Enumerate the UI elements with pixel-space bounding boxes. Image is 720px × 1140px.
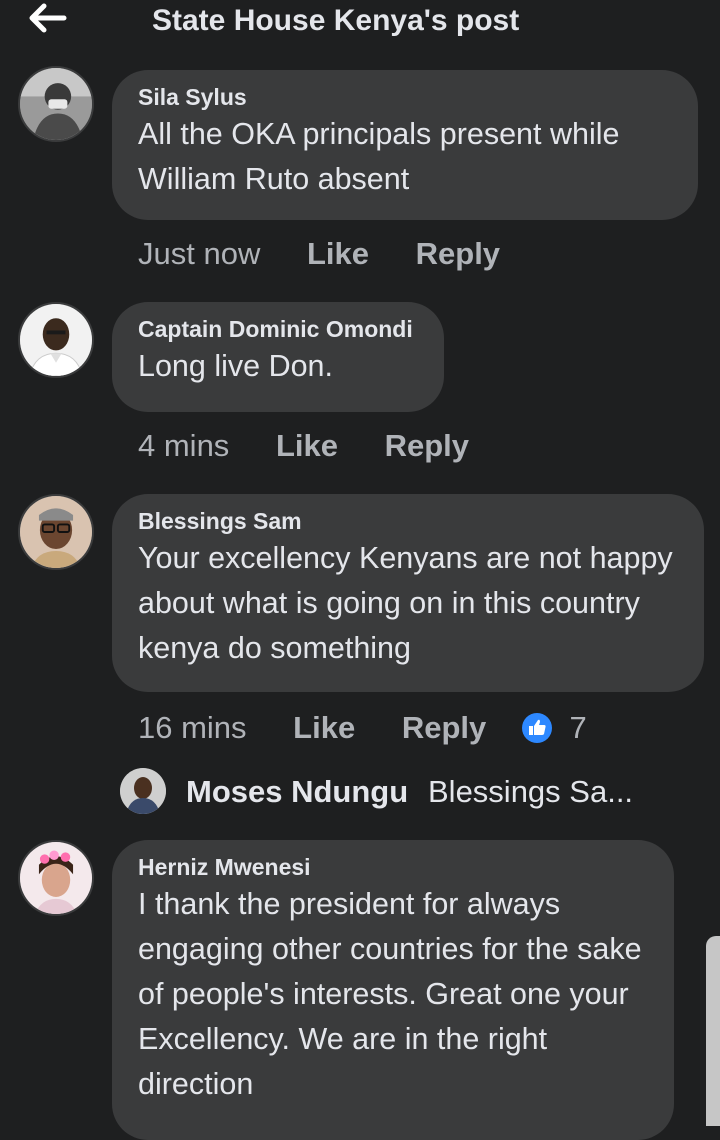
avatar[interactable]: [120, 768, 166, 814]
comment-text: I thank the president for always engagin…: [138, 887, 642, 1101]
avatar[interactable]: [18, 66, 94, 142]
comment-bubble[interactable]: Blessings Sam Your excellency Kenyans ar…: [112, 494, 704, 692]
comment-timestamp: Just now: [138, 235, 261, 271]
comment-bubble[interactable]: Captain Dominic Omondi Long live Don.: [112, 302, 444, 412]
like-button[interactable]: Like: [293, 710, 355, 746]
comment-bubble[interactable]: Sila Sylus All the OKA principals presen…: [112, 70, 698, 220]
back-button[interactable]: [26, 0, 74, 40]
like-button[interactable]: Like: [307, 236, 369, 272]
comment-actions: 16 mins Like Reply 7: [138, 708, 587, 748]
comment-timestamp: 4 mins: [138, 427, 230, 463]
avatar[interactable]: [18, 302, 94, 378]
scrollbar[interactable]: [706, 936, 720, 1126]
like-button[interactable]: Like: [276, 428, 338, 464]
avatar[interactable]: [18, 840, 94, 916]
post-header: State House Kenya's post: [0, 0, 720, 48]
arrow-left-icon: [29, 3, 67, 33]
reply-button[interactable]: Reply: [416, 236, 500, 272]
page-title: State House Kenya's post: [152, 4, 520, 37]
reply-button[interactable]: Reply: [402, 710, 486, 746]
reaction-count[interactable]: 7: [570, 710, 587, 746]
comment-text: Your excellency Kenyans are not happy ab…: [138, 541, 673, 665]
comment-author[interactable]: Herniz Mwenesi: [138, 852, 648, 882]
reply-text: Blessings Sa...: [428, 774, 634, 809]
comment-author[interactable]: Sila Sylus: [138, 82, 672, 112]
comment-bubble[interactable]: Herniz Mwenesi I thank the president for…: [112, 840, 674, 1140]
comment-actions: Just now Like Reply: [138, 234, 538, 274]
comment-author[interactable]: Blessings Sam: [138, 506, 678, 536]
comment-timestamp: 16 mins: [138, 709, 247, 745]
comment-actions: 4 mins Like Reply: [138, 426, 507, 466]
comment-text: All the OKA principals present while Wil…: [138, 117, 620, 196]
reply-button[interactable]: Reply: [385, 428, 469, 464]
reply-author[interactable]: Moses Ndungu: [186, 774, 408, 810]
avatar[interactable]: [18, 494, 94, 570]
thumbs-up-icon[interactable]: [521, 712, 553, 744]
comment-author[interactable]: Captain Dominic Omondi: [138, 314, 418, 344]
comment-text: Long live Don.: [138, 349, 333, 383]
